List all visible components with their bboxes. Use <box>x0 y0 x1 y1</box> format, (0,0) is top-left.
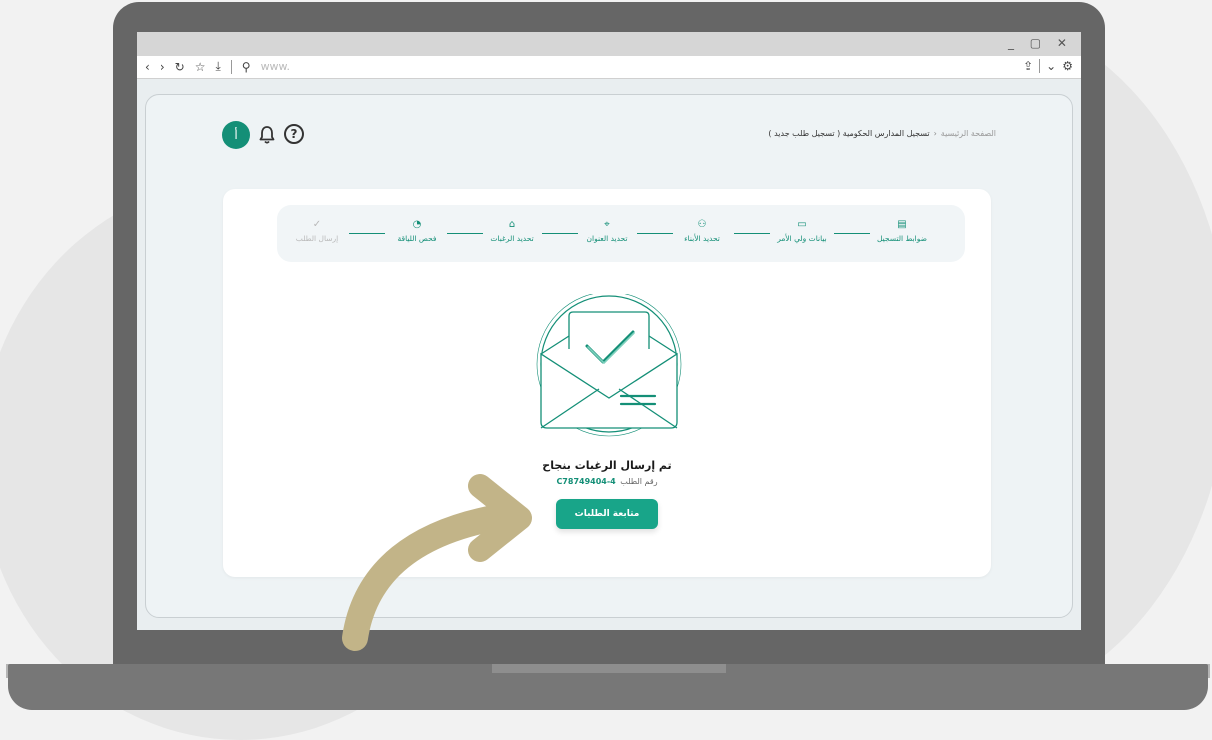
id-card-icon: ▭ <box>797 219 807 230</box>
curved-arrow-icon <box>342 474 532 651</box>
app-header: أ ? الصفحة الرئيسية ‹تسجيل المدارس الحكوم… <box>222 121 996 151</box>
bell-icon[interactable] <box>258 125 276 145</box>
toolbar-divider-right <box>1039 59 1041 73</box>
breadcrumb-separator-icon: ‹ <box>933 129 937 138</box>
app-window: أ ? الصفحة الرئيسية ‹تسجيل المدارس الحكوم… <box>145 94 1073 618</box>
step-label: ضوابط التسجيل <box>876 234 928 243</box>
step-7: ✓ إرسال الطلب <box>277 219 357 243</box>
step-6: ◔ فحص اللياقة <box>377 219 457 243</box>
laptop-notch <box>492 664 726 673</box>
breadcrumb: الصفحة الرئيسية ‹تسجيل المدارس الحكومية (… <box>768 129 996 138</box>
avatar[interactable]: أ <box>222 121 250 149</box>
track-requests-button[interactable]: متابعة الطلبات <box>556 499 658 529</box>
step-3: ⚇ تحديد الأبناء <box>662 219 742 243</box>
reload-icon[interactable]: ↻ <box>175 60 185 74</box>
request-number-value: C78749404-4 <box>556 477 616 486</box>
help-icon[interactable]: ? <box>284 124 304 144</box>
request-number-label: رقم الطلب <box>620 477 658 486</box>
browser-toolbar: ‹ › ↻ ☆ ⤓ ⚲ www. ⇪ ⌄ ⚙ <box>137 56 1081 79</box>
fitness-icon: ◔ <box>412 219 422 230</box>
document-icon: ▤ <box>897 219 907 230</box>
search-icon: ⚲ <box>241 59 251 74</box>
step-label: تحديد العنوان <box>586 234 628 243</box>
users-icon: ⚇ <box>697 219 707 230</box>
step-label: بيانات ولي الأمر <box>777 234 827 243</box>
step-label: تحديد الأبناء <box>684 234 720 243</box>
step-label: إرسال الطلب <box>295 234 339 243</box>
window-controls[interactable]: _ ▢ ✕ <box>1008 36 1073 50</box>
toolbar-divider <box>230 59 232 74</box>
step-label: فحص اللياقة <box>397 234 437 243</box>
progress-stepper: ▤ ضوابط التسجيل ▭ بيانات ولي الأمر ⚇ تحديد ال… <box>277 205 965 262</box>
step-4: ⌖ تحديد العنوان <box>567 219 647 243</box>
back-icon[interactable]: ‹ <box>145 60 150 74</box>
school-icon: ⌂ <box>508 219 516 230</box>
forward-icon[interactable]: › <box>160 60 165 74</box>
step-1: ▤ ضوابط التسجيل <box>862 219 942 243</box>
check-icon: ✓ <box>312 219 322 230</box>
chevron-down-icon[interactable]: ⌄ <box>1046 59 1056 73</box>
location-icon: ⌖ <box>604 219 610 230</box>
envelope-success-illustration <box>536 294 682 437</box>
gear-icon[interactable]: ⚙ <box>1062 59 1073 73</box>
download-icon[interactable]: ⤓ <box>215 59 220 74</box>
breadcrumb-current: تسجيل المدارس الحكومية ( تسجيل طلب جديد … <box>768 129 930 138</box>
breadcrumb-home[interactable]: الصفحة الرئيسية <box>941 129 996 138</box>
browser-titlebar: _ ▢ ✕ <box>137 32 1081 56</box>
url-input[interactable]: www. <box>261 60 290 73</box>
step-2: ▭ بيانات ولي الأمر <box>762 219 842 243</box>
share-icon[interactable]: ⇪ <box>1023 59 1033 73</box>
step-5: ⌂ تحديد الرغبات <box>472 219 552 243</box>
laptop-screen: _ ▢ ✕ ‹ › ↻ ☆ ⤓ ⚲ www. ⇪ ⌄ ⚙ أ ? الصفحة … <box>137 32 1081 630</box>
star-icon[interactable]: ☆ <box>195 60 206 74</box>
step-label: تحديد الرغبات <box>490 234 534 243</box>
